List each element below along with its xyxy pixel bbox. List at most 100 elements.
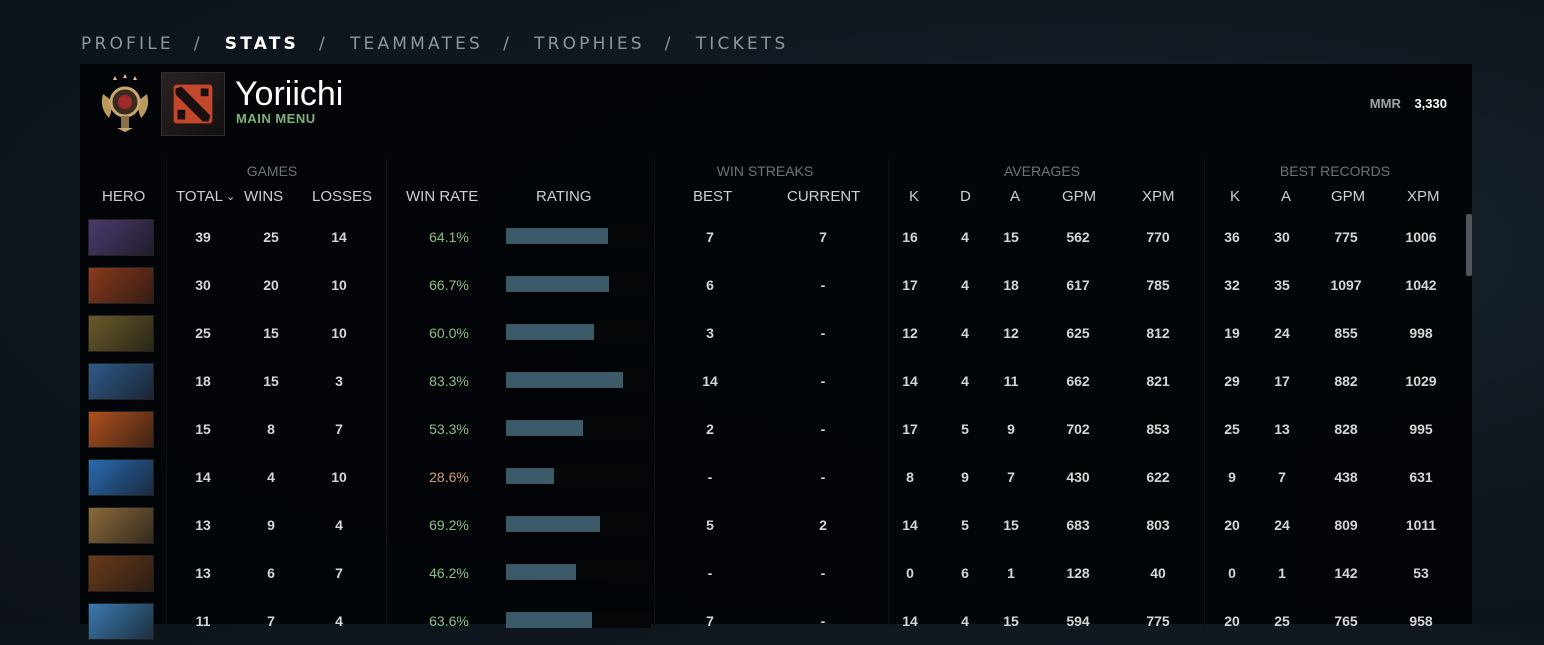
hero-portrait-lina-icon[interactable] xyxy=(88,411,154,448)
table-row[interactable]: 25 15 10 60.0% 3 - 12 4 12 625 812 19 24 855 998 xyxy=(80,309,1460,357)
nav-tab-profile[interactable]: PROFILE xyxy=(81,34,174,54)
nav-tab-trophies[interactable]: TROPHIES xyxy=(534,34,645,54)
avg-assists-cell: 1 xyxy=(1007,565,1015,581)
avg-xpm-cell: 853 xyxy=(1146,421,1170,437)
best-gpm-cell: 882 xyxy=(1334,373,1358,389)
best-gpm-cell: 765 xyxy=(1334,613,1358,629)
total-games-cell: 14 xyxy=(195,469,211,485)
avg-gpm-cell: 662 xyxy=(1066,373,1090,389)
wins-cell: 20 xyxy=(263,277,279,293)
column-header-wins[interactable]: WINS xyxy=(244,187,283,207)
avg-xpm-cell: 821 xyxy=(1146,373,1170,389)
column-header-best-kills[interactable]: K xyxy=(1230,187,1240,207)
best-xpm-cell: 53 xyxy=(1413,565,1429,581)
avg-deaths-cell: 4 xyxy=(961,373,969,389)
column-header-hero[interactable]: HERO xyxy=(102,187,145,207)
hero-portrait-earth-icon[interactable] xyxy=(88,555,154,592)
column-header-best-streak[interactable]: BEST xyxy=(693,187,732,207)
win-rate-cell: 69.2% xyxy=(429,517,469,533)
column-header-best-xpm[interactable]: XPM xyxy=(1407,187,1440,207)
column-header-win-rate[interactable]: WIN RATE xyxy=(406,187,478,207)
nav-tab-teammates[interactable]: TEAMMATES xyxy=(350,34,483,54)
hero-portrait-blue-icon[interactable] xyxy=(88,363,154,400)
avg-deaths-cell: 4 xyxy=(961,613,969,629)
best-gpm-cell: 828 xyxy=(1334,421,1358,437)
table-row[interactable]: 14 4 10 28.6% - - 8 9 7 430 622 9 7 438 631 xyxy=(80,453,1460,501)
best-assists-cell: 1 xyxy=(1278,565,1286,581)
table-row[interactable]: 30 20 10 66.7% 6 - 17 4 18 617 785 32 35 1097 1042 xyxy=(80,261,1460,309)
avg-assists-cell: 7 xyxy=(1007,469,1015,485)
rating-bar xyxy=(506,516,651,532)
rating-bar xyxy=(506,468,651,484)
column-header-deaths[interactable]: D xyxy=(960,187,971,207)
best-streak-cell: - xyxy=(707,565,713,581)
column-header-kills[interactable]: K xyxy=(909,187,919,207)
best-gpm-cell: 1097 xyxy=(1330,277,1362,293)
avg-assists-cell: 15 xyxy=(1003,613,1019,629)
total-games-cell: 13 xyxy=(195,517,211,533)
nav-tab-tickets[interactable]: TICKETS xyxy=(696,34,789,54)
current-streak-cell: 2 xyxy=(819,517,827,533)
column-header-best-assists[interactable]: A xyxy=(1281,187,1291,207)
win-rate-cell: 28.6% xyxy=(429,469,469,485)
column-header-current-streak[interactable]: CURRENT xyxy=(787,187,860,207)
avg-deaths-cell: 4 xyxy=(961,325,969,341)
profile-header: Yoriichi MAIN MENU MMR 3,330 xyxy=(80,64,1472,144)
wins-cell: 25 xyxy=(263,229,279,245)
rating-bar-fill xyxy=(506,228,608,244)
nav-separator: / xyxy=(193,34,203,54)
column-header-total[interactable]: TOTAL ⌄ xyxy=(176,187,235,207)
avg-xpm-cell: 40 xyxy=(1150,565,1166,581)
avg-xpm-cell: 770 xyxy=(1146,229,1170,245)
rank-medal-icon xyxy=(101,74,149,132)
avatar[interactable] xyxy=(161,72,225,136)
avg-assists-cell: 12 xyxy=(1003,325,1019,341)
avg-kills-cell: 14 xyxy=(902,517,918,533)
table-row[interactable]: 11 7 4 63.6% 7 - 14 4 15 594 775 20 25 765 958 xyxy=(80,597,1460,645)
table-row[interactable]: 15 8 7 53.3% 2 - 17 5 9 702 853 25 13 828 995 xyxy=(80,405,1460,453)
win-rate-cell: 66.7% xyxy=(429,277,469,293)
table-row[interactable]: 13 6 7 46.2% - - 0 6 1 128 40 0 1 142 53 xyxy=(80,549,1460,597)
current-streak-cell: 7 xyxy=(819,229,827,245)
avg-gpm-cell: 430 xyxy=(1066,469,1090,485)
hero-portrait-juggernaut-icon[interactable] xyxy=(88,507,154,544)
avg-deaths-cell: 5 xyxy=(961,517,969,533)
best-streak-cell: 6 xyxy=(706,277,714,293)
column-header-assists[interactable]: A xyxy=(1010,187,1020,207)
hero-portrait-monkey-icon[interactable] xyxy=(88,315,154,352)
best-assists-cell: 30 xyxy=(1274,229,1290,245)
rating-bar-fill xyxy=(506,468,554,484)
scrollbar-thumb[interactable] xyxy=(1466,214,1472,276)
win-rate-cell: 46.2% xyxy=(429,565,469,581)
rating-bar xyxy=(506,420,651,436)
avg-assists-cell: 11 xyxy=(1003,373,1019,389)
column-header-best-gpm[interactable]: GPM xyxy=(1331,187,1365,207)
best-gpm-cell: 809 xyxy=(1334,517,1358,533)
avg-deaths-cell: 9 xyxy=(961,469,969,485)
current-streak-cell: - xyxy=(820,325,826,341)
current-streak-cell: - xyxy=(820,373,826,389)
best-streak-cell: 7 xyxy=(706,229,714,245)
table-row[interactable]: 18 15 3 83.3% 14 - 14 4 11 662 821 29 17 882 1029 xyxy=(80,357,1460,405)
nav-tab-stats[interactable]: STATS xyxy=(225,34,299,54)
column-header-gpm[interactable]: GPM xyxy=(1062,187,1096,207)
best-gpm-cell: 142 xyxy=(1334,565,1358,581)
column-header-losses[interactable]: LOSSES xyxy=(312,187,372,207)
table-row[interactable]: 13 9 4 69.2% 5 2 14 5 15 683 803 20 24 809 1011 xyxy=(80,501,1460,549)
mmr-value: 3,330 xyxy=(1414,96,1447,111)
wins-cell: 9 xyxy=(267,517,275,533)
hero-portrait-orange-icon[interactable] xyxy=(88,267,154,304)
win-rate-cell: 53.3% xyxy=(429,421,469,437)
best-gpm-cell: 775 xyxy=(1334,229,1358,245)
column-header-rating[interactable]: RATING xyxy=(536,187,592,207)
win-rate-cell: 64.1% xyxy=(429,229,469,245)
column-header-xpm[interactable]: XPM xyxy=(1142,187,1175,207)
wins-cell: 8 xyxy=(267,421,275,437)
profile-subtitle[interactable]: MAIN MENU xyxy=(236,111,316,126)
table-row[interactable]: 39 25 14 64.1% 7 7 16 4 15 562 770 36 30 775 1006 xyxy=(80,213,1460,261)
hero-portrait-kunkka-icon[interactable] xyxy=(88,603,154,640)
hero-portrait-purple-icon[interactable] xyxy=(88,219,154,256)
hero-portrait-storm-icon[interactable] xyxy=(88,459,154,496)
rating-bar-fill xyxy=(506,324,594,340)
losses-cell: 10 xyxy=(331,325,347,341)
